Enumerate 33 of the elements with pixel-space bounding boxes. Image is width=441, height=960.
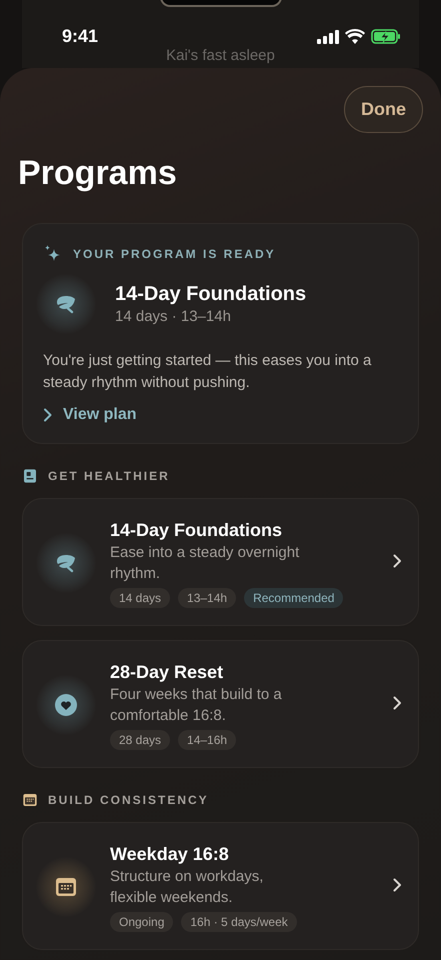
calendar-icon [22, 792, 38, 808]
section-title: BUILD CONSISTENCY [48, 793, 209, 807]
program-description: Structure on workdays, flexible weekends. [110, 867, 264, 908]
tag: 14 days [110, 588, 170, 608]
program-card[interactable]: 28-Day Reset Four weeks that build to a comfortable 16:8. 28 days 14–16h [22, 640, 419, 768]
clipboard-icon [22, 468, 38, 484]
calendar-icon [54, 875, 78, 899]
wifi-icon [345, 29, 365, 44]
program-description: Four weeks that build to a comfortable 16:8. [110, 685, 283, 726]
page-title: Programs [18, 153, 178, 193]
view-plan-link[interactable]: View plan [43, 406, 137, 424]
program-title: 28-Day Reset [110, 661, 224, 684]
tag: 16h · 5 days/week [181, 912, 297, 932]
program-description: You're just getting started — this eases you into a steady rhythm without pushing. [43, 351, 372, 393]
chevron-right-icon [43, 408, 53, 422]
status-time: 9:41 [62, 26, 98, 47]
program-title: 14-Day Foundations [110, 519, 284, 542]
program-title: Weekday 16:8 [110, 843, 230, 866]
program-description: Ease into a steady overnight rhythm. [110, 543, 300, 584]
recommended-tag: Recommended [244, 588, 344, 608]
tag: 13–14h [178, 588, 236, 608]
tag: Ongoing [110, 912, 174, 932]
section-title: GET HEALTHIER [48, 469, 170, 483]
card-label: YOUR PROGRAM IS READY [73, 247, 276, 261]
program-meta: 14 days · 13–14h [115, 307, 232, 327]
status-subtitle: Kai's fast asleep [166, 47, 275, 65]
signal-icon [317, 30, 339, 44]
program-title: 14-Day Foundations [115, 282, 306, 307]
program-card[interactable]: 14-Day Foundations Ease into a steady overnight rhythm. 14 days 13–14h Recommended [22, 498, 419, 626]
program-card[interactable]: Weekday 16:8 Structure on workdays, flexible weekends. Ongoing 16h · 5 days/week [22, 822, 419, 950]
done-button[interactable]: Done [344, 86, 423, 133]
tag: 14–16h [178, 730, 236, 750]
tag: 28 days [110, 730, 170, 750]
